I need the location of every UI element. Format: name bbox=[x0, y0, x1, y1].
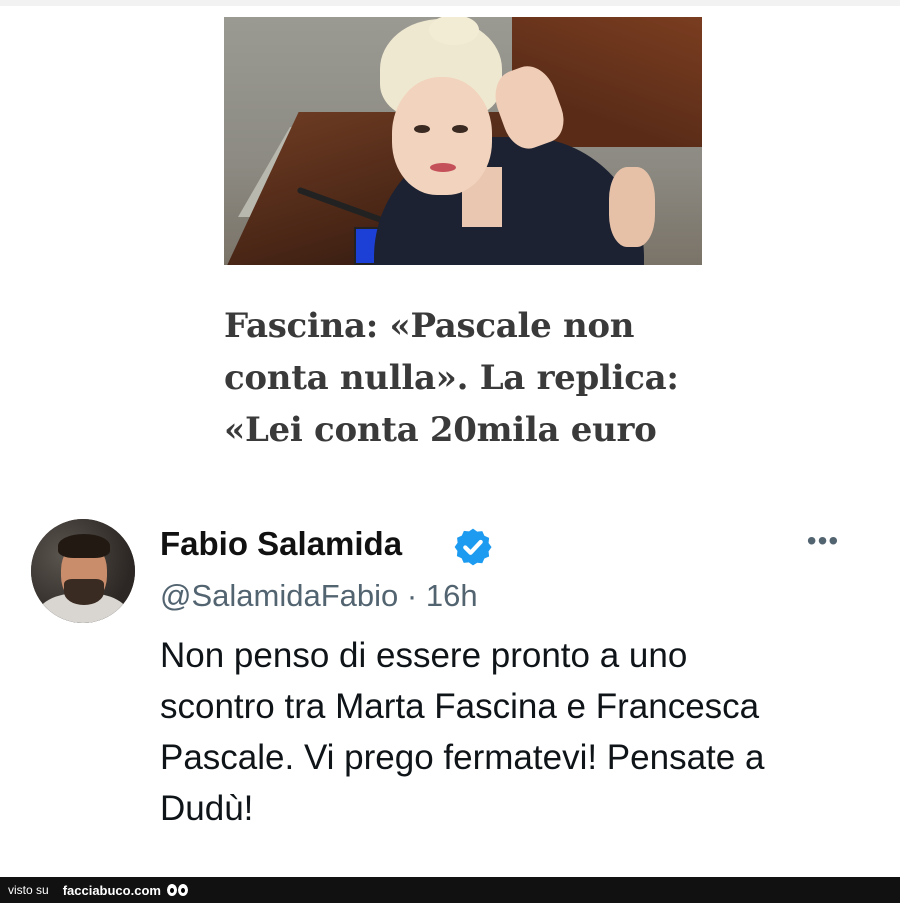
headline-line: «Lei conta 20mila euro bbox=[224, 410, 657, 450]
photo-person-hand bbox=[609, 167, 655, 247]
top-strip bbox=[0, 0, 900, 6]
verified-badge-icon bbox=[454, 528, 492, 566]
more-options-icon[interactable]: ••• bbox=[800, 527, 846, 555]
photo-person-lips bbox=[430, 163, 456, 172]
article-headline[interactable]: Fascina: «Pascale non conta nulla». La r… bbox=[224, 300, 744, 456]
author-name[interactable]: Fabio Salamida bbox=[160, 525, 402, 563]
tweet-time[interactable]: 16h bbox=[426, 578, 478, 613]
separator-dot: · bbox=[406, 578, 418, 613]
author-handle[interactable]: @SalamidaFabio bbox=[160, 578, 398, 613]
headline-line: conta nulla». La replica: bbox=[224, 358, 679, 398]
tweet-text-line: Dudù! bbox=[160, 789, 254, 828]
avatar[interactable] bbox=[31, 519, 135, 623]
tweet-text-line: scontro tra Marta Fascina e Francesca bbox=[160, 687, 760, 726]
watermark-footer: visto su facciabuco.com bbox=[0, 877, 900, 903]
photo-person-head bbox=[392, 77, 492, 195]
tweet-text-line: Non penso di essere pronto a uno bbox=[160, 636, 688, 675]
avatar-beard bbox=[64, 579, 104, 605]
photo-person-eye bbox=[414, 125, 430, 133]
handle-time-line: @SalamidaFabio · 16h bbox=[160, 578, 478, 614]
avatar-hair bbox=[58, 534, 110, 558]
eyes-logo-icon bbox=[166, 883, 189, 897]
photo-person-eye bbox=[452, 125, 468, 133]
footer-prefix: visto su bbox=[8, 883, 49, 897]
headline-line: Fascina: «Pascale non bbox=[224, 306, 635, 346]
article-photo[interactable] bbox=[224, 17, 702, 265]
footer-site-link[interactable]: facciabuco.com bbox=[63, 883, 161, 898]
tweet-text: Non penso di essere pronto a uno scontro… bbox=[160, 630, 860, 834]
tweet-text-line: Pascale. Vi prego fermatevi! Pensate a bbox=[160, 738, 765, 777]
